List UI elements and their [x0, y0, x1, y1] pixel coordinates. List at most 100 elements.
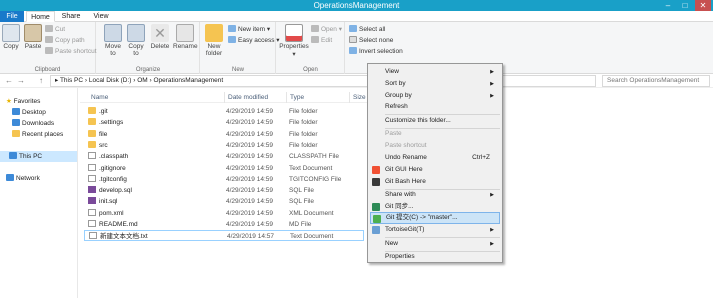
file-icon	[88, 152, 96, 160]
file-date-cell: 4/29/2019 14:59	[226, 164, 273, 172]
file-row[interactable]: init.sql 4/29/2019 14:59 SQL File	[84, 196, 364, 207]
menu-share-with[interactable]: Share with ▶	[370, 189, 500, 201]
tab-share[interactable]: Share	[58, 11, 84, 22]
tab-home[interactable]: Home	[26, 11, 55, 22]
computer-icon	[9, 152, 17, 159]
cut-button[interactable]: Cut	[45, 24, 65, 35]
file-row[interactable]: .settings 4/29/2019 14:59 File folder	[84, 117, 364, 128]
file-row[interactable]: .git 4/29/2019 14:59 File folder	[84, 106, 364, 117]
git-gui-icon	[372, 166, 380, 174]
nav-favorites[interactable]: ★ Favorites	[6, 96, 40, 107]
nav-downloads[interactable]: Downloads	[12, 118, 54, 129]
nav-recent-places[interactable]: Recent places	[12, 129, 63, 140]
menu-sort-by[interactable]: Sort by ▶	[370, 78, 500, 90]
select-all-button[interactable]: Select all	[349, 24, 385, 35]
file-type-cell: Text Document	[290, 233, 334, 241]
file-date-cell: 4/29/2019 14:59	[226, 198, 273, 206]
rename-button[interactable]: Rename	[173, 24, 198, 50]
file-type-cell: File folder	[289, 130, 318, 138]
new-item-button[interactable]: New item ▾	[228, 24, 270, 35]
title-bar: OperationsManagement – □ ✕	[0, 0, 713, 11]
file-row[interactable]: .gitignore 4/29/2019 14:59 Text Document	[84, 163, 364, 174]
menu-paste[interactable]: Paste	[370, 128, 500, 140]
file-date-cell: 4/29/2019 14:59	[226, 108, 273, 115]
move-to-icon	[104, 24, 122, 42]
ribbon-tabs: File Home Share View	[0, 11, 713, 22]
file-row[interactable]: develop.sql 4/29/2019 14:59 SQL File	[84, 185, 364, 196]
easy-access-button[interactable]: Easy access ▾	[228, 35, 280, 46]
file-date-cell: 4/29/2019 14:59	[226, 175, 273, 183]
file-type-cell: File folder	[289, 108, 318, 115]
delete-button[interactable]: ✕ Delete	[149, 24, 171, 50]
copy-button[interactable]: Copy	[2, 24, 20, 50]
address-bar[interactable]: ▸ This PC › Local Disk (D:) › OM › Opera…	[50, 75, 596, 87]
invert-selection-button[interactable]: Invert selection	[349, 46, 403, 57]
file-row[interactable]: 新建文本文档.txt 4/29/2019 14:57 Text Document	[84, 230, 364, 242]
paste-shortcut-button[interactable]: Paste shortcut	[45, 46, 97, 57]
git-commit-icon	[373, 215, 381, 223]
menu-tortoisegit[interactable]: TortoiseGit(T) ▶	[370, 224, 500, 236]
column-header: Name Date modified Type Size	[80, 92, 370, 103]
file-date-cell: 4/29/2019 14:59	[226, 187, 273, 195]
column-type[interactable]: Type	[287, 92, 350, 103]
git-sync-icon	[372, 203, 380, 211]
minimize-button[interactable]: –	[660, 0, 676, 11]
open-group: Properties ▾ Open ▾ Edit Open	[277, 22, 345, 74]
properties-button[interactable]: Properties ▾	[279, 24, 309, 58]
move-to-button[interactable]: Move to	[103, 24, 123, 57]
file-row[interactable]: src 4/29/2019 14:59 File folder	[84, 140, 364, 151]
paste-button[interactable]: Paste	[23, 24, 43, 50]
copy-path-button[interactable]: Copy path	[45, 35, 85, 46]
menu-undo-rename[interactable]: Undo Rename Ctrl+Z	[370, 152, 500, 164]
context-menu: View ▶ Sort by ▶ Group by ▶ Refresh Customi…	[367, 63, 503, 263]
file-name-cell: .git	[88, 106, 108, 117]
folder-icon	[88, 118, 96, 126]
column-date[interactable]: Date modified	[225, 92, 287, 103]
file-row[interactable]: file 4/29/2019 14:59 File folder	[84, 129, 364, 140]
menu-git-gui[interactable]: Git GUI Here	[370, 164, 500, 176]
menu-customize[interactable]: Customize this folder...	[370, 115, 500, 127]
file-type-cell: SQL File	[289, 198, 315, 206]
file-row[interactable]: pom.xml 4/29/2019 14:59 XML Document	[84, 208, 364, 219]
menu-refresh[interactable]: Refresh	[370, 101, 500, 113]
file-name-cell: .classpath	[88, 151, 128, 162]
file-row[interactable]: .classpath 4/29/2019 14:59 CLASSPATH File	[84, 151, 364, 162]
file-row[interactable]: README.md 4/29/2019 14:59 MD File	[84, 219, 364, 230]
file-row[interactable]: .tgitconfig 4/29/2019 14:59 TGITCONFIG Fil…	[84, 174, 364, 185]
back-arrow-icon[interactable]: ←	[4, 76, 14, 86]
chevron-right-icon: ▶	[490, 241, 494, 247]
search-input[interactable]: Search OperationsManagement	[602, 75, 710, 87]
forward-arrow-icon[interactable]: →	[16, 76, 26, 86]
file-date-cell: 4/29/2019 14:59	[226, 209, 273, 217]
menu-properties[interactable]: Properties	[370, 251, 500, 263]
menu-git-bash[interactable]: Git Bash Here	[370, 176, 500, 188]
star-icon: ★	[6, 98, 12, 105]
tab-file[interactable]: File	[0, 11, 24, 22]
new-folder-button[interactable]: New folder	[203, 24, 225, 57]
tab-view[interactable]: View	[88, 11, 114, 22]
menu-new[interactable]: New ▶	[370, 238, 500, 250]
maximize-button[interactable]: □	[677, 0, 693, 11]
menu-view[interactable]: View ▶	[370, 66, 500, 78]
window-title: OperationsManagement	[313, 1, 400, 10]
up-arrow-icon[interactable]: ↑	[36, 76, 46, 86]
close-button[interactable]: ✕	[695, 0, 711, 11]
select-none-button[interactable]: Select none	[349, 35, 393, 46]
nav-this-pc[interactable]: This PC	[0, 151, 77, 162]
file-icon	[88, 174, 96, 182]
recent-places-icon	[12, 130, 20, 137]
nav-network[interactable]: Network	[6, 173, 40, 184]
nav-desktop[interactable]: Desktop	[12, 107, 46, 118]
chevron-right-icon: ▶	[490, 81, 494, 87]
edit-button[interactable]: Edit	[311, 35, 332, 46]
file-date-cell: 4/29/2019 14:59	[226, 221, 273, 228]
menu-git-commit[interactable]: Git 提交(C) -> "master"...	[370, 212, 500, 224]
copy-path-icon	[45, 36, 53, 43]
scissors-icon	[45, 25, 53, 32]
menu-paste-shortcut[interactable]: Paste shortcut	[370, 140, 500, 152]
file-icon	[89, 232, 97, 240]
open-button[interactable]: Open ▾	[311, 24, 342, 35]
easy-access-icon	[228, 36, 236, 43]
column-name[interactable]: Name	[88, 92, 225, 103]
copy-to-button[interactable]: Copy to	[126, 24, 146, 57]
